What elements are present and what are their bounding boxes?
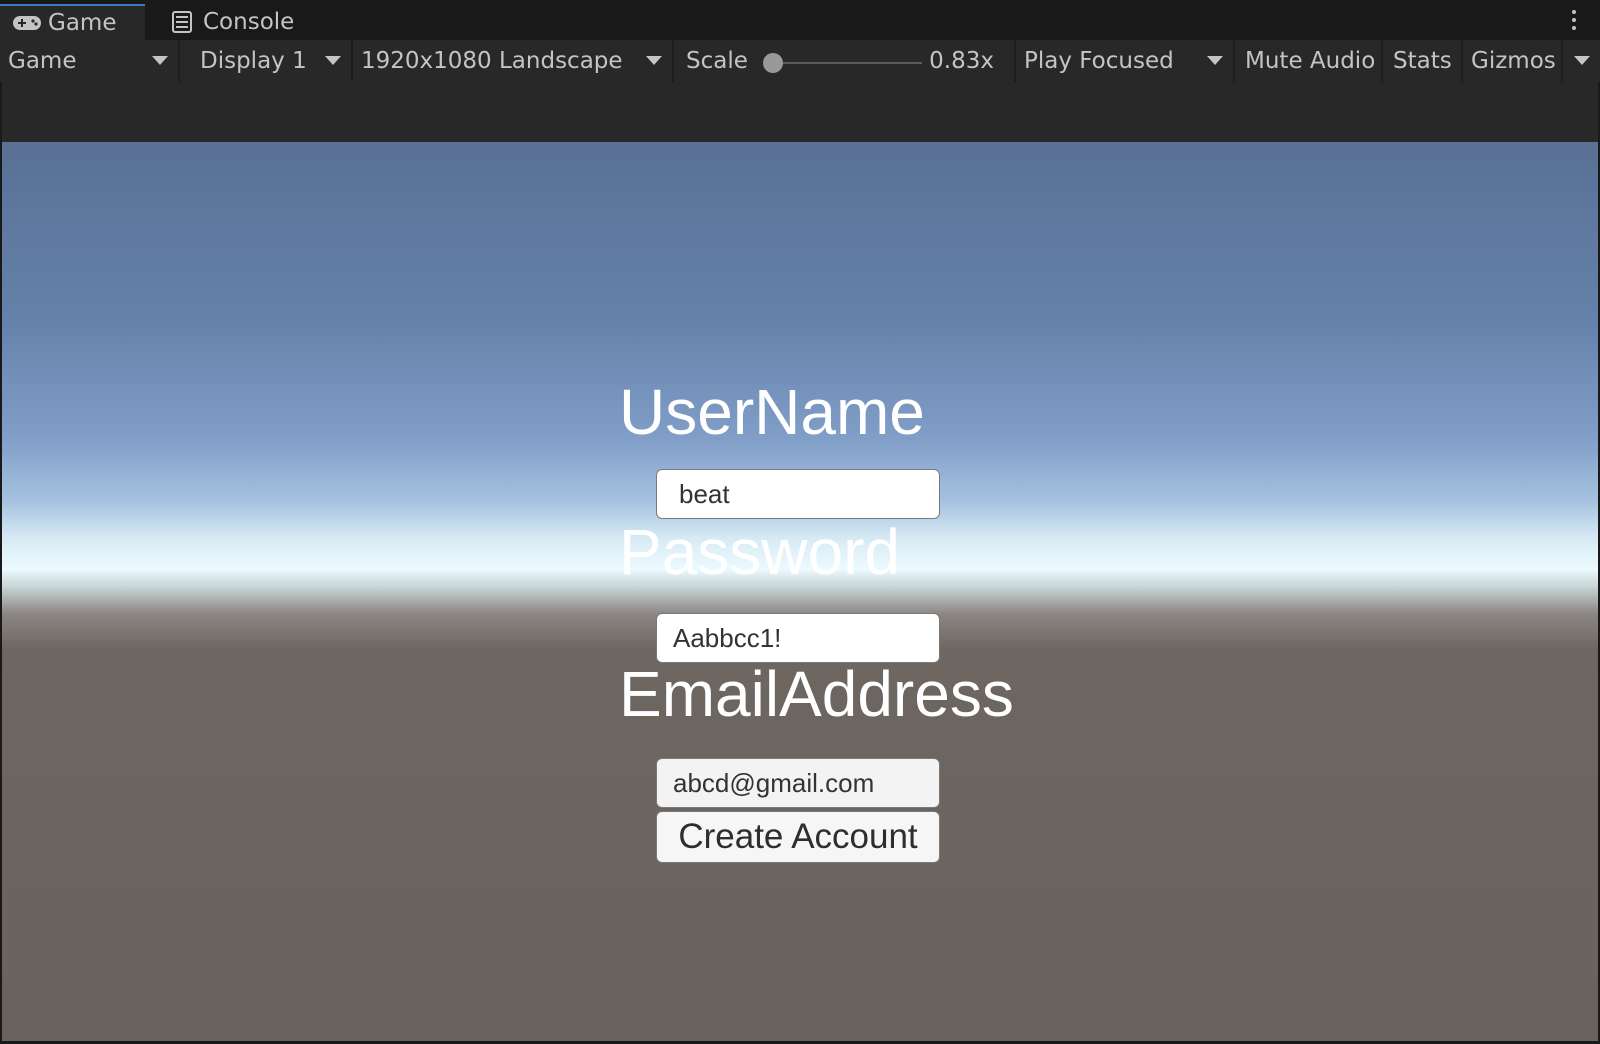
email-input[interactable]: abcd@gmail.com bbox=[656, 758, 940, 808]
resolution-dropdown[interactable]: 1920x1080 Landscape bbox=[353, 40, 674, 82]
gamepad-icon bbox=[10, 12, 44, 34]
console-icon bbox=[165, 11, 199, 33]
chevron-down-icon bbox=[325, 56, 341, 65]
username-input[interactable]: beat bbox=[656, 469, 940, 519]
scale-slider-track[interactable] bbox=[772, 62, 922, 64]
game-view-letterbox bbox=[2, 82, 1598, 142]
stats-label: Stats bbox=[1393, 48, 1452, 74]
chevron-down-icon bbox=[1574, 56, 1590, 65]
game-viewport: UserName beat Password Aabbcc1! EmailAdd… bbox=[2, 142, 1598, 1041]
gizmos-toggle[interactable]: Gizmos bbox=[1463, 40, 1563, 82]
play-mode-label: Play Focused bbox=[1024, 48, 1174, 74]
display-dropdown-label: Display 1 bbox=[200, 48, 307, 74]
create-account-button[interactable]: Create Account bbox=[656, 811, 940, 863]
password-input[interactable]: Aabbcc1! bbox=[656, 613, 940, 663]
gizmos-dropdown[interactable] bbox=[1563, 40, 1600, 82]
tab-console[interactable]: Console bbox=[155, 4, 305, 40]
game-view-toolbar: Game Display 1 1920x1080 Landscape Scale… bbox=[0, 40, 1600, 82]
stats-toggle[interactable]: Stats bbox=[1383, 40, 1463, 82]
editor-tab-bar: Game Console bbox=[0, 0, 1600, 40]
chevron-down-icon bbox=[646, 56, 662, 65]
mode-dropdown-label: Game bbox=[8, 48, 77, 74]
chevron-down-icon bbox=[152, 56, 168, 65]
password-label: Password bbox=[619, 516, 900, 588]
mute-audio-toggle[interactable]: Mute Audio bbox=[1235, 40, 1383, 82]
scale-control: Scale 0.83x bbox=[674, 40, 1016, 82]
more-options-icon[interactable] bbox=[1572, 10, 1578, 32]
scale-label: Scale bbox=[686, 48, 748, 74]
display-dropdown[interactable]: Display 1 bbox=[180, 40, 353, 82]
tab-console-label: Console bbox=[203, 9, 295, 35]
mute-audio-label: Mute Audio bbox=[1245, 48, 1376, 74]
username-label: UserName bbox=[619, 376, 925, 448]
gizmos-label: Gizmos bbox=[1471, 48, 1556, 74]
chevron-down-icon bbox=[1207, 56, 1223, 65]
scale-value: 0.83x bbox=[929, 48, 994, 74]
resolution-dropdown-label: 1920x1080 Landscape bbox=[361, 48, 623, 74]
tab-game[interactable]: Game bbox=[0, 4, 145, 40]
mode-dropdown[interactable]: Game bbox=[0, 40, 180, 82]
tab-game-label: Game bbox=[48, 10, 117, 36]
play-mode-dropdown[interactable]: Play Focused bbox=[1016, 40, 1235, 82]
scale-slider-thumb[interactable] bbox=[763, 53, 783, 73]
email-label: EmailAddress bbox=[619, 658, 1014, 730]
